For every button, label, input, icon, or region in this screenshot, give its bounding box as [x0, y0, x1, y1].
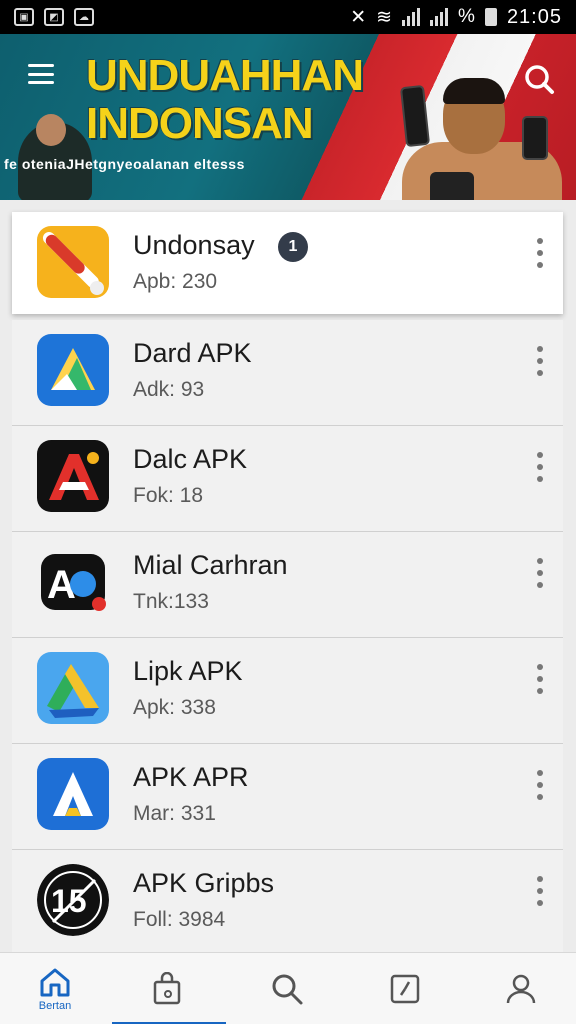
- app-subtitle: Mar: 331: [133, 802, 216, 825]
- signal-icon: [402, 8, 421, 26]
- more-options-icon[interactable]: [537, 876, 543, 906]
- status-bar: ▣ ◩ ☁ ✕ ≋ % 21:05: [0, 0, 576, 34]
- list-item[interactable]: Lipk APK Apk: 338: [12, 638, 563, 744]
- svg-text:15: 15: [51, 883, 87, 919]
- bottom-navigation: Bertan: [0, 952, 576, 1024]
- battery-percent: %: [458, 6, 475, 27]
- app-title: Lipk APK: [133, 656, 243, 686]
- banner-phone: [399, 84, 431, 148]
- more-options-icon[interactable]: [537, 558, 543, 588]
- app-title: APK Gripbs: [133, 868, 275, 898]
- banner-subtitle: fe oteniaJHetgnyeoalanan eltesss: [4, 156, 245, 172]
- banner-phone-2: [522, 116, 548, 160]
- app-list: Undonsay 1 Apb: 230 Dard APK Adk: 93 Dal…: [12, 212, 563, 956]
- more-options-icon[interactable]: [537, 770, 543, 800]
- app-title: Dalc APK: [133, 444, 248, 474]
- list-item[interactable]: Dard APK Adk: 93: [12, 320, 563, 426]
- bag-icon: [153, 972, 181, 1005]
- gallery-icon: ▣: [14, 8, 34, 26]
- nav-store[interactable]: [112, 953, 222, 1024]
- image-icon: ◩: [44, 8, 64, 26]
- list-item[interactable]: APK APR Mar: 331: [12, 744, 563, 850]
- app-screen: ▣ ◩ ☁ ✕ ≋ % 21:05 UNDUAHHAN INDONSAN fe …: [0, 0, 576, 1024]
- nav-home[interactable]: Bertan: [0, 953, 110, 1024]
- app-icon-black-a: [37, 440, 109, 512]
- status-right-icons: ✕ ≋ % 21:05: [350, 6, 562, 29]
- app-subtitle: Foll: 3984: [133, 908, 226, 931]
- app-title: APK APR: [133, 762, 249, 792]
- app-badge: 1: [278, 232, 308, 262]
- app-title: Dard APK: [133, 338, 252, 368]
- banner-camera: [430, 172, 474, 200]
- banner-title: UNDUAHHAN INDONSAN: [86, 51, 364, 148]
- status-left-icons: ▣ ◩ ☁: [14, 8, 94, 26]
- app-subtitle: Apb: 230: [133, 270, 218, 293]
- app-icon-blue-triangle: [37, 334, 109, 406]
- app-icon-ap: A: [37, 546, 109, 618]
- banner-person-left-head: [36, 114, 66, 146]
- app-subtitle: Apk: 338: [133, 696, 216, 719]
- nav-updates[interactable]: [350, 953, 460, 1024]
- mute-icon: ✕: [350, 6, 367, 28]
- home-icon: [40, 968, 70, 997]
- banner-title-line1: UNDUAHHAN: [86, 51, 364, 100]
- list-item[interactable]: A Mial Carhran Tnk:133: [12, 532, 563, 638]
- status-time: 21:05: [506, 5, 562, 28]
- app-icon-orange-slash: [37, 226, 109, 298]
- app-title: Undonsay: [133, 230, 255, 260]
- app-title: Mial Carhran: [133, 550, 288, 580]
- search-icon[interactable]: [522, 62, 556, 96]
- app-icon-drive-triangle: [37, 652, 109, 724]
- app-icon-blue-a: [37, 758, 109, 830]
- hero-banner: UNDUAHHAN INDONSAN fe oteniaJHetgnyeoala…: [0, 34, 576, 200]
- battery-icon: [484, 8, 497, 26]
- more-options-icon[interactable]: [537, 664, 543, 694]
- menu-icon[interactable]: [28, 64, 54, 84]
- list-item[interactable]: 15 APK Gripbs Foll: 3984: [12, 850, 563, 956]
- search-icon: [272, 974, 303, 1005]
- nav-profile[interactable]: [466, 953, 576, 1024]
- nav-home-label: Bertan: [38, 1000, 72, 1012]
- banner-person-right-hair: [443, 78, 505, 104]
- more-options-icon[interactable]: [537, 346, 543, 376]
- banner-title-line2: INDONSAN: [86, 99, 314, 148]
- wifi-icon: ≋: [376, 6, 393, 28]
- more-options-icon[interactable]: [537, 238, 543, 268]
- cloud-icon: ☁: [74, 8, 94, 26]
- clock-icon: [390, 974, 420, 1004]
- more-options-icon[interactable]: [537, 452, 543, 482]
- signal-icon-2: [430, 8, 449, 26]
- list-item[interactable]: Dalc APK Fok: 18: [12, 426, 563, 532]
- profile-icon: [506, 974, 536, 1004]
- app-subtitle: Adk: 93: [133, 378, 205, 401]
- app-subtitle: Tnk:133: [133, 590, 209, 613]
- nav-search[interactable]: [232, 953, 342, 1024]
- app-icon-badge-15: 15: [37, 864, 109, 936]
- list-item[interactable]: Undonsay 1 Apb: 230: [12, 212, 563, 314]
- app-subtitle: Fok: 18: [133, 484, 204, 507]
